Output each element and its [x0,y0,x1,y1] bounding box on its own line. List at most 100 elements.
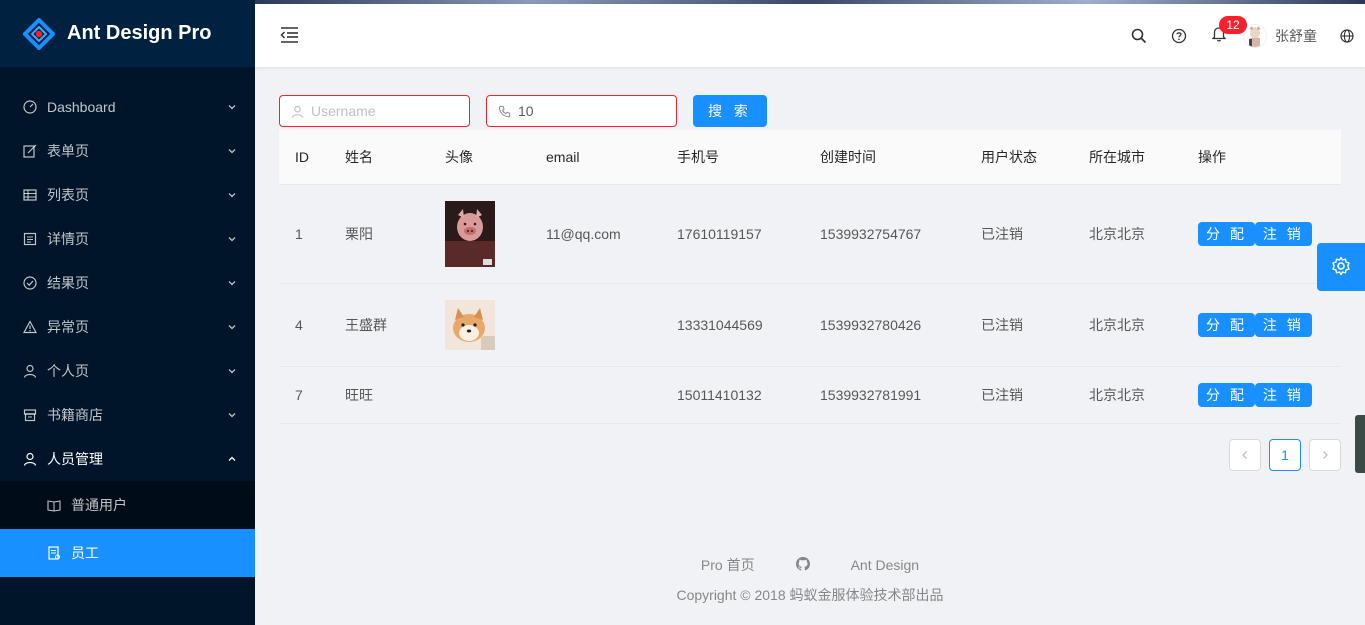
chevron-down-icon [227,366,237,376]
copyright-text: Copyright © 2018 蚂蚁金服体验技术部出品 [676,587,944,603]
file-icon [47,546,61,560]
chevron-down-icon [227,102,237,112]
sidebar-item-label: 人员管理 [47,451,103,467]
global-footer: Pro 首页 Ant Design Copyright © 2018 蚂蚁金服体… [255,556,1365,605]
menu-fold-icon[interactable] [279,26,299,44]
next-page-button[interactable] [1309,439,1341,471]
sidebar: Ant Design Pro Dashboard 表单页 列表页 详情页 结果页… [0,0,255,625]
col-header-created[interactable]: 创建时间 [804,130,965,185]
user-icon [23,364,37,378]
footer-link-ant-design[interactable]: Ant Design [851,557,919,573]
cell-name: 栗阳 [329,184,429,284]
pagination: 1 [1229,439,1341,471]
header-right: 12 张舒童 [1119,4,1365,67]
sidebar-item-label: 书籍商店 [47,407,103,423]
sidebar-item-result[interactable]: 结果页 [0,261,255,305]
deregister-button[interactable]: 注 销 [1254,382,1312,407]
sidebar-item-label: 普通用户 [71,497,127,513]
col-header-id[interactable]: ID [279,130,329,185]
assign-button[interactable]: 分 配 [1198,312,1255,337]
sidebar-item-personnel[interactable]: 人员管理 [0,437,255,481]
sidebar-item-bookstore[interactable]: 书籍商店 [0,393,255,437]
side-widget-handle[interactable] [1355,415,1365,473]
cell-created: 1539932781991 [804,366,965,424]
chevron-down-icon [227,410,237,420]
sidebar-item-label: 员工 [71,545,99,561]
chevron-down-icon [227,146,237,156]
deregister-button[interactable]: 注 销 [1254,221,1312,246]
deregister-button[interactable]: 注 销 [1254,312,1312,337]
cell-avatar [429,184,530,284]
table-icon [23,188,37,202]
sidebar-item-account[interactable]: 个人页 [0,349,255,393]
github-icon[interactable] [795,556,811,575]
profile-icon [23,232,37,246]
logo[interactable]: Ant Design Pro [0,0,255,67]
phone-field[interactable] [486,95,677,127]
page-number[interactable]: 1 [1269,439,1301,471]
prev-page-button[interactable] [1229,439,1261,471]
table-row: 1 栗阳 11@qq.com 17610119157 1539932754767… [279,184,1341,284]
notification-bell[interactable]: 12 [1199,4,1247,67]
cell-actions: 分 配注 销 [1182,366,1341,424]
phone-input[interactable] [518,103,668,119]
account-menu[interactable]: 张舒童 [1239,4,1329,67]
cell-email [530,283,661,367]
notification-count-badge: 12 [1219,16,1247,34]
global-icon[interactable] [1329,4,1365,67]
col-header-city[interactable]: 所在城市 [1073,130,1182,185]
col-header-name[interactable]: 姓名 [329,130,429,185]
setting-icon [1331,256,1351,279]
chevron-down-icon [227,190,237,200]
sidebar-item-exception[interactable]: 异常页 [0,305,255,349]
cell-id: 7 [279,366,329,424]
question-circle-icon[interactable] [1159,4,1199,67]
cell-email: 11@qq.com [530,184,661,284]
assign-button[interactable]: 分 配 [1198,221,1255,246]
search-icon[interactable] [1119,4,1159,67]
setting-drawer-handle[interactable] [1317,243,1365,291]
sidebar-menu: Dashboard 表单页 列表页 详情页 结果页 异常页 个人页 书籍商店 人… [0,67,255,577]
sidebar-item-form[interactable]: 表单页 [0,129,255,173]
sidebar-item-profile[interactable]: 详情页 [0,217,255,261]
sidebar-item-label: 表单页 [47,143,89,159]
cell-phone: 13331044569 [661,283,804,367]
chevron-right-icon [1320,447,1330,463]
sidebar-item-label: 列表页 [47,187,89,203]
table-row: 4 王盛群 13331044569 1539932780426 已注销 北京北京… [279,283,1341,367]
sidebar-item-dashboard[interactable]: Dashboard [0,85,255,129]
username-input[interactable] [311,103,461,119]
cell-created: 1539932780426 [804,283,965,367]
sidebar-item-staff[interactable]: 员工 [0,529,255,577]
cell-city: 北京北京 [1073,283,1182,367]
dashboard-icon [23,100,37,114]
sidebar-item-label: 结果页 [47,275,89,291]
cell-city: 北京北京 [1073,184,1182,284]
assign-button[interactable]: 分 配 [1198,382,1255,407]
search-button[interactable]: 搜 索 [693,95,767,127]
form-icon [23,144,37,158]
chevron-down-icon [227,322,237,332]
cell-phone: 15011410132 [661,366,804,424]
footer-links: Pro 首页 Ant Design [255,556,1365,574]
book-icon [47,498,61,512]
chevron-down-icon [227,234,237,244]
col-header-phone[interactable]: 手机号 [661,130,804,185]
ant-design-logo-icon [22,16,56,51]
username-field[interactable] [279,95,470,127]
user-icon [291,104,305,118]
footer-link-pro-home[interactable]: Pro 首页 [701,555,755,575]
chevron-left-icon [1240,447,1250,463]
col-header-status[interactable]: 用户状态 [965,130,1073,185]
app-title: Ant Design Pro [67,22,212,44]
user-name: 张舒童 [1275,27,1317,44]
user-icon [23,452,37,466]
main-content: 搜 索 ID 姓名 头像 email 手机号 创建时间 用户状态 所在城市 操作… [279,95,1341,471]
table-header-row: ID 姓名 头像 email 手机号 创建时间 用户状态 所在城市 操作 [279,130,1341,185]
cell-avatar [429,283,530,367]
col-header-email[interactable]: email [530,130,661,185]
col-header-avatar[interactable]: 头像 [429,130,530,185]
sidebar-item-normal-users[interactable]: 普通用户 [0,481,255,529]
col-header-actions[interactable]: 操作 [1182,130,1341,185]
sidebar-item-list[interactable]: 列表页 [0,173,255,217]
